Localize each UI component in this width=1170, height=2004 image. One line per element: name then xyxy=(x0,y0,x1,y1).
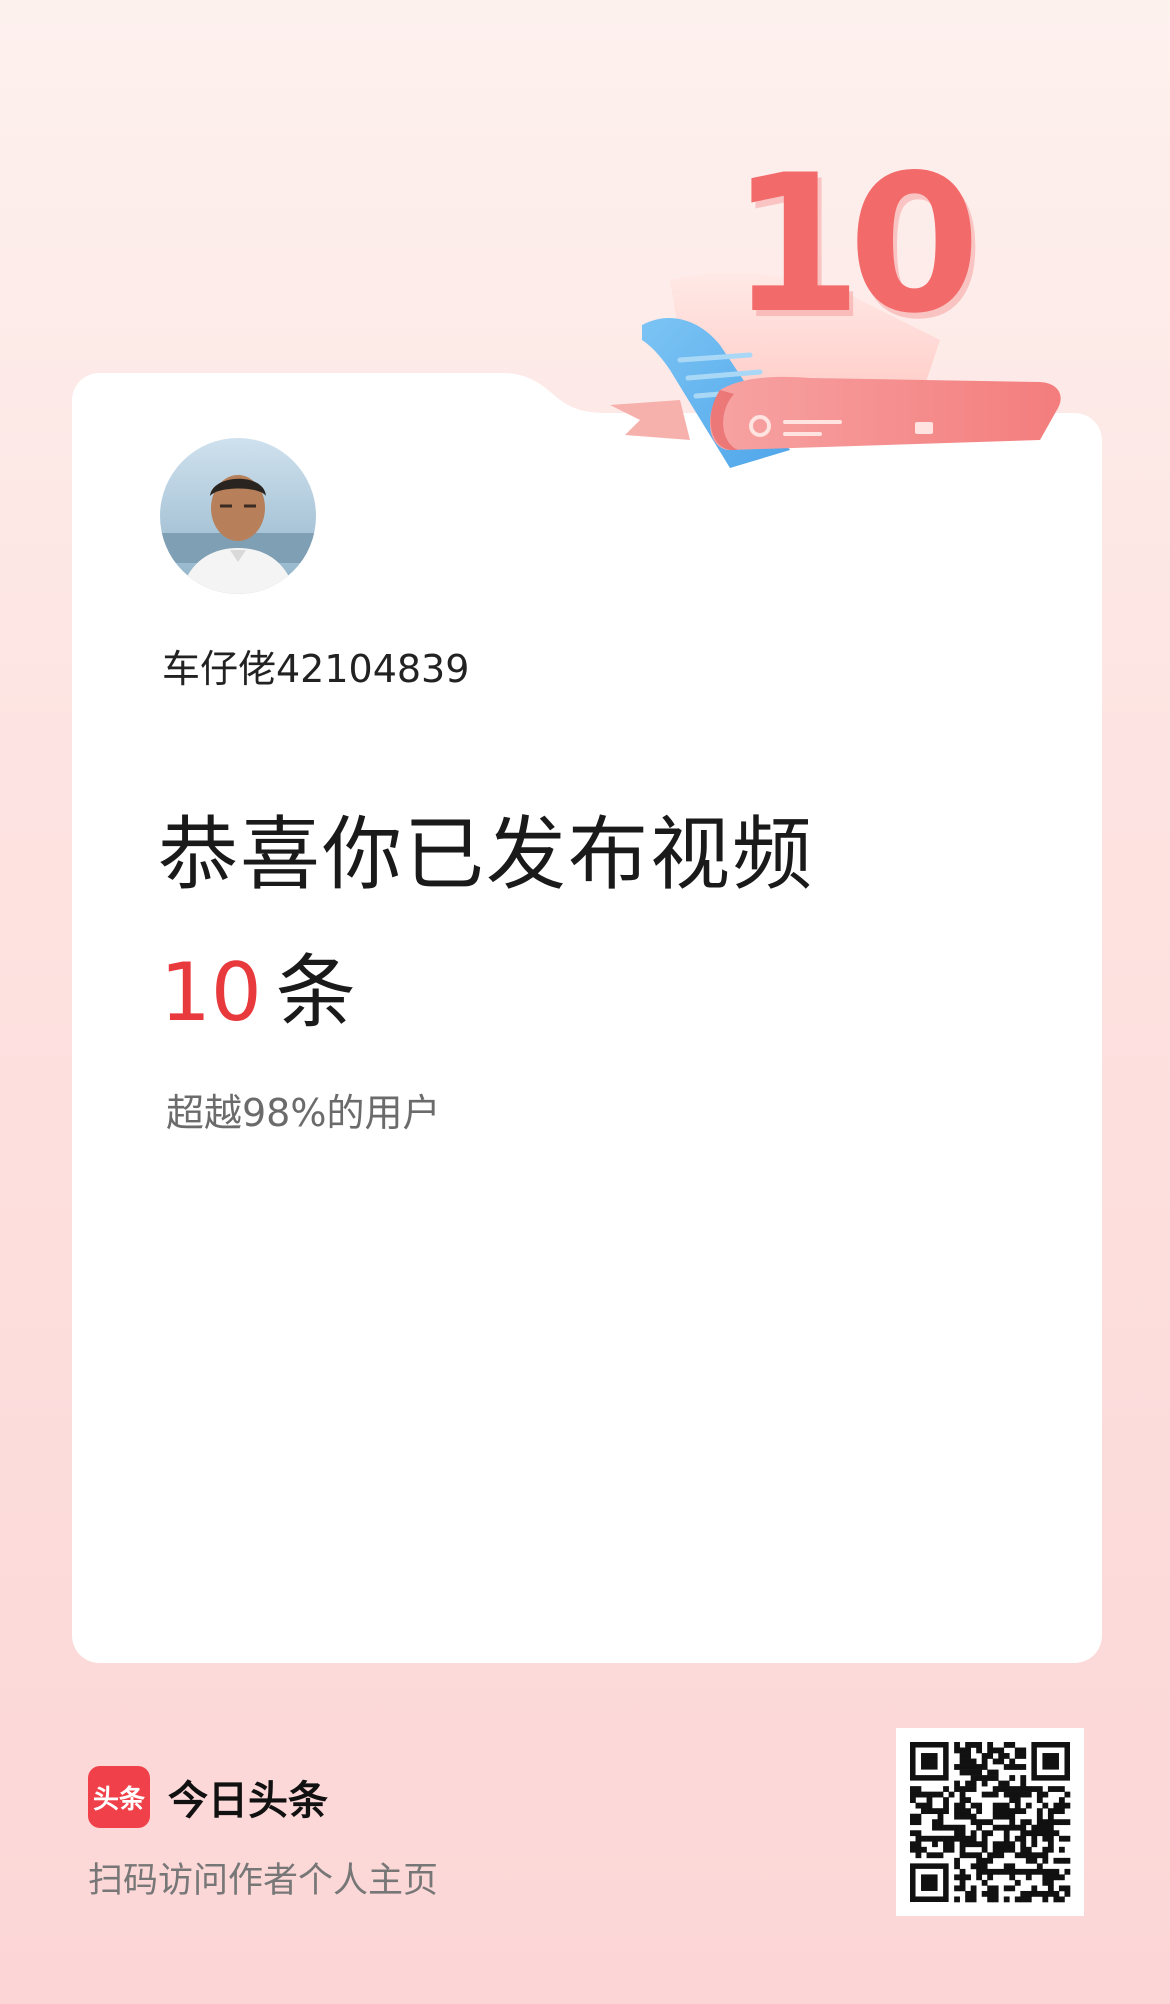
badge-number: 10 xyxy=(730,134,980,355)
share-poster: 10 车仔佬42104839 恭喜你已发布视频 10条 超越98%的用户 头条 xyxy=(0,0,1170,2004)
headline: 恭喜你已发布视频 xyxy=(158,808,814,901)
avatar-photo xyxy=(160,438,316,594)
count-value: 10 xyxy=(160,946,262,1039)
qr-code[interactable] xyxy=(896,1728,1084,1916)
video-count: 10 条 xyxy=(160,928,356,1044)
count-unit: 条 xyxy=(275,946,356,1039)
toutiao-logo-icon: 头条 xyxy=(88,1766,150,1828)
brand: 头条 今日头条 xyxy=(88,1766,328,1828)
scan-hint: 扫码访问作者个人主页 xyxy=(88,1861,439,1901)
username: 车仔佬42104839 xyxy=(162,647,470,691)
avatar xyxy=(160,438,316,594)
qr-code-icon xyxy=(896,1728,1084,1916)
brand-name: 今日头条 xyxy=(168,1778,328,1824)
milestone-badge: 10 xyxy=(610,150,1070,480)
rank-subtext: 超越98%的用户 xyxy=(166,1091,441,1135)
